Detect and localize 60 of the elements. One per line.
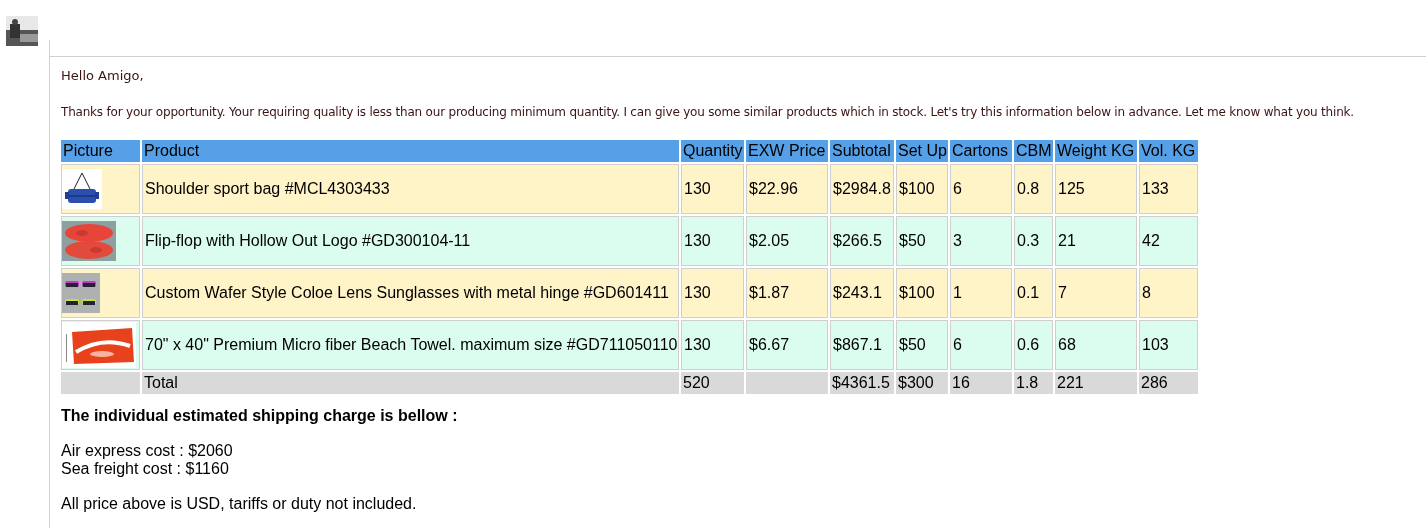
- table-cell: 0.3: [1014, 216, 1053, 266]
- product-cell: 70" x 40" Premium Micro fiber Beach Towel. maximum size #GD711050110: [142, 320, 679, 370]
- column-header: Weight KG: [1055, 140, 1137, 162]
- column-header: Vol. KG: [1139, 140, 1198, 162]
- table-cell: 42: [1139, 216, 1198, 266]
- product-cell: Shoulder sport bag #MCL4303433: [142, 164, 679, 214]
- product-cell: Flip-flop with Hollow Out Logo #GD300104-11: [142, 216, 679, 266]
- total-cell: 221: [1055, 372, 1137, 394]
- table-cell: $867.1: [830, 320, 894, 370]
- total-label: Total: [142, 372, 679, 394]
- table-cell: $50: [896, 320, 948, 370]
- table-cell: 7: [1055, 268, 1137, 318]
- table-cell: $1.87: [746, 268, 828, 318]
- table-cell: $266.5: [830, 216, 894, 266]
- total-cell: 1.8: [1014, 372, 1053, 394]
- total-cell: $300: [896, 372, 948, 394]
- table-cell: 68: [1055, 320, 1137, 370]
- note-text: All price above is USD, tariffs or duty not included.: [61, 494, 418, 514]
- table-cell: 103: [1139, 320, 1198, 370]
- message-text: Thanks for your opportunity. Your requiring quality is less than our producing minimum quantity. I can give you some similar products which in stock. Let's try this information below in advance. Let me know what you think.: [61, 104, 1355, 121]
- table-cell: 130: [681, 320, 744, 370]
- total-cell: $4361.5: [830, 372, 894, 394]
- table-cell: $243.1: [830, 268, 894, 318]
- table-cell: 6: [950, 164, 1012, 214]
- total-cell: 286: [1139, 372, 1198, 394]
- column-header: Subtotal: [830, 140, 894, 162]
- table-cell: 133: [1139, 164, 1198, 214]
- column-header: Cartons: [950, 140, 1012, 162]
- table-cell: $100: [896, 164, 948, 214]
- table-cell: $2984.8: [830, 164, 894, 214]
- table-cell: 130: [681, 164, 744, 214]
- table-cell: $2.05: [746, 216, 828, 266]
- table-cell: 130: [681, 268, 744, 318]
- column-header: Set Up: [896, 140, 948, 162]
- table-cell: 21: [1055, 216, 1137, 266]
- table-cell: 0.1: [1014, 268, 1053, 318]
- product-cell: Custom Wafer Style Coloe Lens Sunglasses with metal hinge #GD601411: [142, 268, 679, 318]
- table-cell: 6: [950, 320, 1012, 370]
- column-header: Product: [142, 140, 679, 162]
- column-header: Picture: [61, 140, 140, 162]
- table-cell: 0.6: [1014, 320, 1053, 370]
- shipping-cost-text: Sea freight cost : $1160: [61, 460, 230, 478]
- table-cell: 8: [1139, 268, 1198, 318]
- table-cell: $6.67: [746, 320, 828, 370]
- column-header: EXW Price: [746, 140, 828, 162]
- table-cell: $22.96: [746, 164, 828, 214]
- table-cell: 125: [1055, 164, 1137, 214]
- shipping-cost-text: Air express cost : $2060: [61, 442, 234, 460]
- total-cell: 520: [681, 372, 744, 394]
- table-cell: 130: [681, 216, 744, 266]
- column-header: CBM: [1014, 140, 1053, 162]
- table-cell: $100: [896, 268, 948, 318]
- greeting-text: Hello Amigo,: [61, 67, 145, 85]
- table-cell: $50: [896, 216, 948, 266]
- column-header: Quantity: [681, 140, 744, 162]
- total-cell: 16: [950, 372, 1012, 394]
- shipping-heading: The individual estimated shipping charge is bellow :: [61, 406, 459, 426]
- table-cell: 3: [950, 216, 1012, 266]
- table-cell: 0.8: [1014, 164, 1053, 214]
- table-cell: 1: [950, 268, 1012, 318]
